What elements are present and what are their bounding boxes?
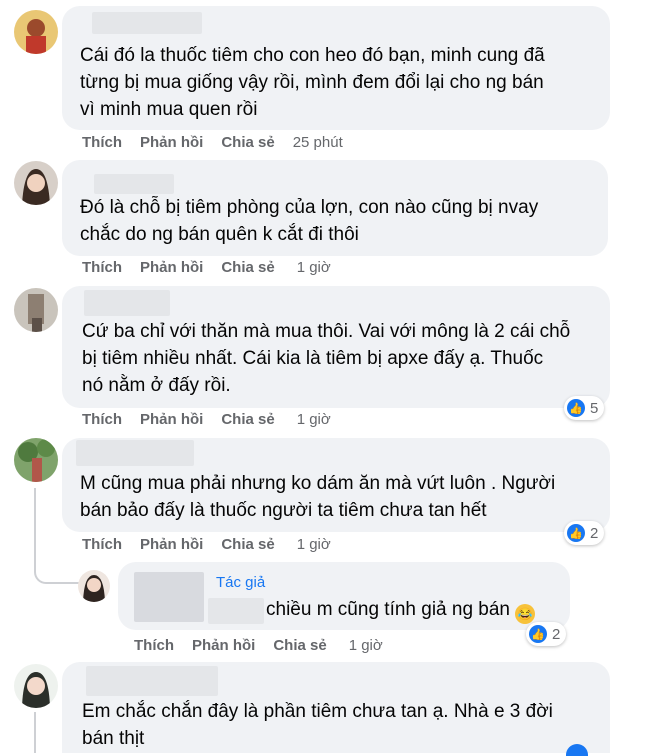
- like-button[interactable]: Thích: [82, 536, 122, 553]
- comment-text: chiều m cũng tính giả ng bán 😂: [266, 596, 536, 624]
- timestamp[interactable]: 1 giờ: [297, 536, 331, 553]
- comment-actions: Thích Phản hồi Chia sẻ 1 giờ: [82, 411, 331, 428]
- comment-text: Đó là chỗ bị tiêm phòng của lợn, con nào…: [80, 197, 539, 245]
- comment-text: Cứ ba chỉ với thăn mà mua thôi. Vai với …: [82, 321, 571, 396]
- author-name-redacted[interactable]: [208, 598, 264, 624]
- author-badge: Tác giả: [216, 574, 266, 591]
- reaction-count[interactable]: 👍 2: [564, 521, 605, 545]
- like-button[interactable]: Thích: [134, 637, 174, 654]
- timestamp[interactable]: 1 giờ: [349, 637, 383, 654]
- avatar[interactable]: [14, 664, 58, 708]
- avatar[interactable]: [14, 10, 58, 54]
- like-button[interactable]: Thích: [82, 134, 122, 151]
- like-button[interactable]: Thích: [82, 259, 122, 276]
- reply-button[interactable]: Phản hồi: [192, 637, 255, 654]
- like-reaction-icon: 👍: [567, 399, 585, 417]
- author-name-redacted[interactable]: [84, 290, 170, 316]
- reaction-count[interactable]: 👍 5: [564, 396, 605, 420]
- thread-line: [34, 712, 36, 753]
- author-name-redacted[interactable]: [92, 12, 202, 34]
- comment-bubble: M cũng mua phải nhưng ko dám ăn mà vứt l…: [62, 438, 610, 532]
- comment-actions: Thích Phản hồi Chia sẻ 1 giờ: [82, 536, 331, 553]
- timestamp[interactable]: 25 phút: [293, 134, 343, 151]
- reply-button[interactable]: Phản hồi: [140, 411, 203, 428]
- avatar[interactable]: [14, 288, 58, 332]
- comment-text: Cái đó la thuốc tiêm cho con heo đó bạn,…: [80, 45, 545, 120]
- author-name-redacted[interactable]: [134, 572, 204, 622]
- author-name-redacted[interactable]: [86, 666, 218, 696]
- like-reaction-icon: 👍: [567, 524, 585, 542]
- reply-button[interactable]: Phản hồi: [140, 536, 203, 553]
- timestamp[interactable]: 1 giờ: [297, 411, 331, 428]
- like-reaction-icon: 👍: [529, 625, 547, 643]
- avatar[interactable]: [14, 438, 58, 482]
- comment-actions: Thích Phản hồi Chia sẻ 1 giờ: [134, 637, 383, 654]
- author-name-redacted[interactable]: [76, 440, 194, 466]
- reply-bubble: Tác giả chiều m cũng tính giả ng bán 😂: [118, 562, 570, 630]
- comment-actions: Thích Phản hồi Chia sẻ 25 phút: [82, 134, 343, 151]
- avatar[interactable]: [78, 570, 110, 602]
- reply-button[interactable]: Phản hồi: [140, 134, 203, 151]
- comment-bubble: Cái đó la thuốc tiêm cho con heo đó bạn,…: [62, 6, 610, 130]
- timestamp[interactable]: 1 giờ: [297, 259, 331, 276]
- comment-bubble: Em chắc chắn đây là phần tiêm chưa tan ạ…: [62, 662, 610, 753]
- share-button[interactable]: Chia sẻ: [221, 536, 274, 553]
- reply-button[interactable]: Phản hồi: [140, 259, 203, 276]
- comment-bubble: Đó là chỗ bị tiêm phòng của lợn, con nào…: [62, 160, 608, 256]
- share-button[interactable]: Chia sẻ: [221, 259, 274, 276]
- comment-text: M cũng mua phải nhưng ko dám ăn mà vứt l…: [80, 473, 556, 521]
- like-button[interactable]: Thích: [82, 411, 122, 428]
- share-button[interactable]: Chia sẻ: [273, 637, 326, 654]
- share-button[interactable]: Chia sẻ: [221, 411, 274, 428]
- share-button[interactable]: Chia sẻ: [221, 134, 274, 151]
- reaction-count[interactable]: 👍 2: [526, 622, 567, 646]
- comment-bubble: Cứ ba chỉ với thăn mà mua thôi. Vai với …: [62, 286, 610, 408]
- author-name-redacted[interactable]: [94, 174, 174, 194]
- comment-text: Em chắc chắn đây là phần tiêm chưa tan ạ…: [82, 701, 553, 749]
- comment-actions: Thích Phản hồi Chia sẻ 1 giờ: [82, 259, 331, 276]
- laughing-crying-emoji-icon: 😂: [515, 604, 536, 624]
- avatar[interactable]: [14, 161, 58, 205]
